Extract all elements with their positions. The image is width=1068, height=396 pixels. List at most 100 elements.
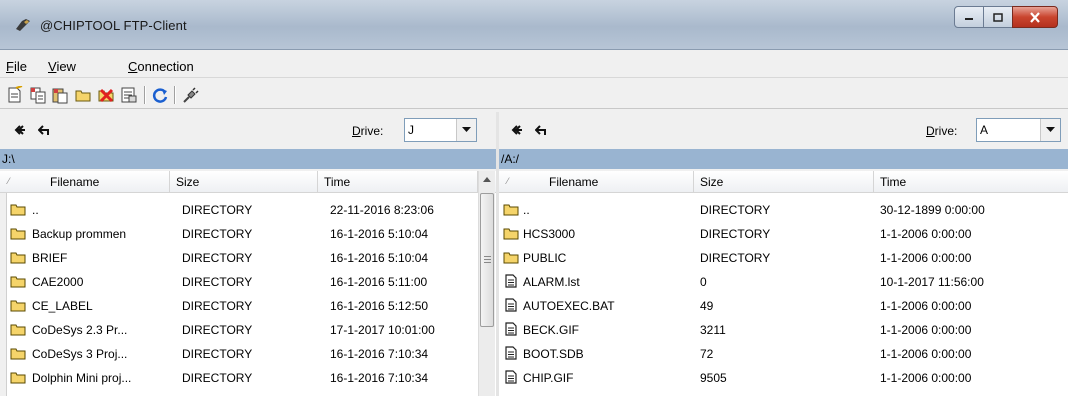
local-pane-controls: Drive: J: [0, 112, 496, 147]
cell-time: 16-1-2016 5:10:04: [330, 227, 429, 241]
cell-size: DIRECTORY: [182, 275, 253, 289]
cell-size: DIRECTORY: [700, 227, 771, 241]
column-filename[interactable]: ⁄ Filename: [0, 171, 170, 193]
scroll-grip-icon: [484, 256, 491, 263]
table-row[interactable]: PUBLIC DIRECTORY 1-1-2006 0:00:00: [499, 245, 1068, 269]
cell-time: 30-12-1899 0:00:00: [880, 203, 985, 217]
cell-filename: CAE2000: [32, 275, 84, 289]
file-icon: [505, 274, 517, 288]
local-vertical-scrollbar[interactable]: [478, 171, 495, 396]
cell-filename: CE_LABEL: [32, 299, 93, 313]
cell-filename: CHIP.GIF: [523, 371, 574, 385]
menu-connection-mnemonic: C: [128, 59, 138, 74]
remote-list-header: ⁄ Filename Size Time: [499, 171, 1068, 193]
menu-connection-rest: onnection: [137, 59, 194, 74]
column-size[interactable]: Size: [170, 171, 318, 193]
table-row[interactable]: Backup prommen DIRECTORY 16-1-2016 5:10:04: [0, 221, 496, 245]
table-row[interactable]: CoDeSys 3 Proj... DIRECTORY 16-1-2016 7:10…: [0, 341, 496, 365]
table-row[interactable]: BECK.GIF 3211 1-1-2006 0:00:00: [499, 317, 1068, 341]
delete-icon[interactable]: [97, 86, 115, 104]
cell-time: 16-1-2016 7:10:34: [330, 347, 429, 361]
column-size-label: Size: [176, 175, 200, 189]
close-button[interactable]: [1012, 6, 1058, 28]
cell-size: DIRECTORY: [182, 323, 253, 337]
cell-filename: BECK.GIF: [523, 323, 580, 337]
connect-plug-icon[interactable]: [182, 86, 200, 104]
table-row[interactable]: .. DIRECTORY 22-11-2016 8:23:06: [0, 197, 496, 221]
scroll-up-button[interactable]: [479, 171, 495, 188]
scroll-thumb[interactable]: [480, 193, 494, 327]
table-row[interactable]: AUTOEXEC.BAT 49 1-1-2006 0:00:00: [499, 293, 1068, 317]
menu-view[interactable]: View: [48, 59, 76, 74]
table-row[interactable]: Dolphin Mini proj... DIRECTORY 16-1-2016 7…: [0, 365, 496, 389]
table-row[interactable]: BRIEF DIRECTORY 16-1-2016 5:10:04: [0, 245, 496, 269]
table-row[interactable]: .. DIRECTORY 30-12-1899 0:00:00: [499, 197, 1068, 221]
minimize-button[interactable]: [954, 6, 984, 28]
table-row[interactable]: CHIP.GIF 9505 1-1-2006 0:00:00: [499, 365, 1068, 389]
column-filename-label: Filename: [549, 175, 599, 189]
parent-folder-icon[interactable]: [14, 124, 28, 136]
back-arrow-icon[interactable]: [38, 124, 52, 136]
cell-size: DIRECTORY: [182, 299, 253, 313]
drive-select[interactable]: J: [404, 118, 477, 142]
drive-select-value: A: [980, 123, 989, 137]
column-time[interactable]: Time: [874, 171, 1068, 193]
folder-icon: [10, 372, 26, 384]
maximize-button[interactable]: [983, 6, 1013, 28]
table-row[interactable]: CoDeSys 2.3 Pr... DIRECTORY 17-1-2017 10:0…: [0, 317, 496, 341]
cell-time: 10-1-2017 11:56:00: [880, 275, 984, 289]
ftp-client-window: @CHIPTOOL FTP-Client File View Connectio…: [0, 0, 1068, 396]
table-row[interactable]: CAE2000 DIRECTORY 16-1-2016 5:11:00: [0, 269, 496, 293]
folder-icon: [10, 228, 26, 240]
window-title: @CHIPTOOL FTP-Client: [40, 18, 187, 33]
copy-icon[interactable]: [29, 86, 47, 104]
table-row[interactable]: ALARM.lst 0 10-1-2017 11:56:00: [499, 269, 1068, 293]
table-row[interactable]: HCS3000 DIRECTORY 1-1-2006 0:00:00: [499, 221, 1068, 245]
new-folder-icon[interactable]: [74, 86, 92, 104]
cell-time: 16-1-2016 5:12:50: [330, 299, 429, 313]
drive-select-value: J: [408, 123, 414, 137]
column-size[interactable]: Size: [694, 171, 874, 193]
folder-icon: [10, 252, 26, 264]
column-filename[interactable]: ⁄ Filename: [499, 171, 694, 193]
chevron-up-icon: [483, 177, 491, 182]
local-pane: Drive: J J:\ ⁄ Filename Size Time .. DIRE…: [0, 112, 496, 396]
drive-select[interactable]: A: [976, 118, 1061, 142]
cell-filename: BOOT.SDB: [523, 347, 584, 361]
maximize-icon: [993, 12, 1003, 22]
parent-folder-icon[interactable]: [511, 124, 525, 136]
table-row[interactable]: BOOT.SDB 72 1-1-2006 0:00:00: [499, 341, 1068, 365]
cell-filename: CoDeSys 2.3 Pr...: [32, 323, 128, 337]
title-bar[interactable]: @CHIPTOOL FTP-Client: [0, 0, 1068, 50]
remote-file-list[interactable]: ⁄ Filename Size Time .. DIRECTORY 30-12-18…: [499, 171, 1068, 396]
cell-size: DIRECTORY: [700, 203, 771, 217]
cell-time: 16-1-2016 5:11:00: [330, 275, 428, 289]
cell-filename: ..: [523, 203, 530, 217]
close-icon: [1030, 11, 1040, 23]
app-icon: [16, 19, 30, 31]
local-file-list[interactable]: ⁄ Filename Size Time .. DIRECTORY 22-11-20…: [0, 171, 496, 396]
folder-icon: [10, 276, 26, 288]
cell-time: 22-11-2016 8:23:06: [330, 203, 434, 217]
minimize-icon: [965, 18, 973, 20]
refresh-icon[interactable]: [151, 86, 169, 104]
column-time[interactable]: Time: [318, 171, 478, 193]
cell-filename: ALARM.lst: [523, 275, 580, 289]
drive-dropdown-button[interactable]: [1040, 119, 1060, 141]
local-list-header: ⁄ Filename Size Time: [0, 171, 496, 193]
properties-icon[interactable]: [120, 86, 138, 104]
menu-connection[interactable]: Connection: [128, 59, 194, 74]
new-file-icon[interactable]: [6, 86, 24, 104]
paste-icon[interactable]: [51, 86, 69, 104]
sort-indicator-icon: ⁄: [8, 176, 10, 186]
menu-file[interactable]: File: [6, 59, 27, 74]
back-arrow-icon[interactable]: [535, 124, 549, 136]
drive-label-mnemonic: D: [926, 124, 935, 138]
cell-filename: HCS3000: [523, 227, 576, 241]
cell-time: 1-1-2006 0:00:00: [880, 251, 972, 265]
drive-dropdown-button[interactable]: [456, 119, 476, 141]
file-icon: [505, 322, 517, 336]
cell-filename: AUTOEXEC.BAT: [523, 299, 615, 313]
table-row[interactable]: CE_LABEL DIRECTORY 16-1-2016 5:12:50: [0, 293, 496, 317]
local-path-bar: J:\: [0, 149, 496, 169]
